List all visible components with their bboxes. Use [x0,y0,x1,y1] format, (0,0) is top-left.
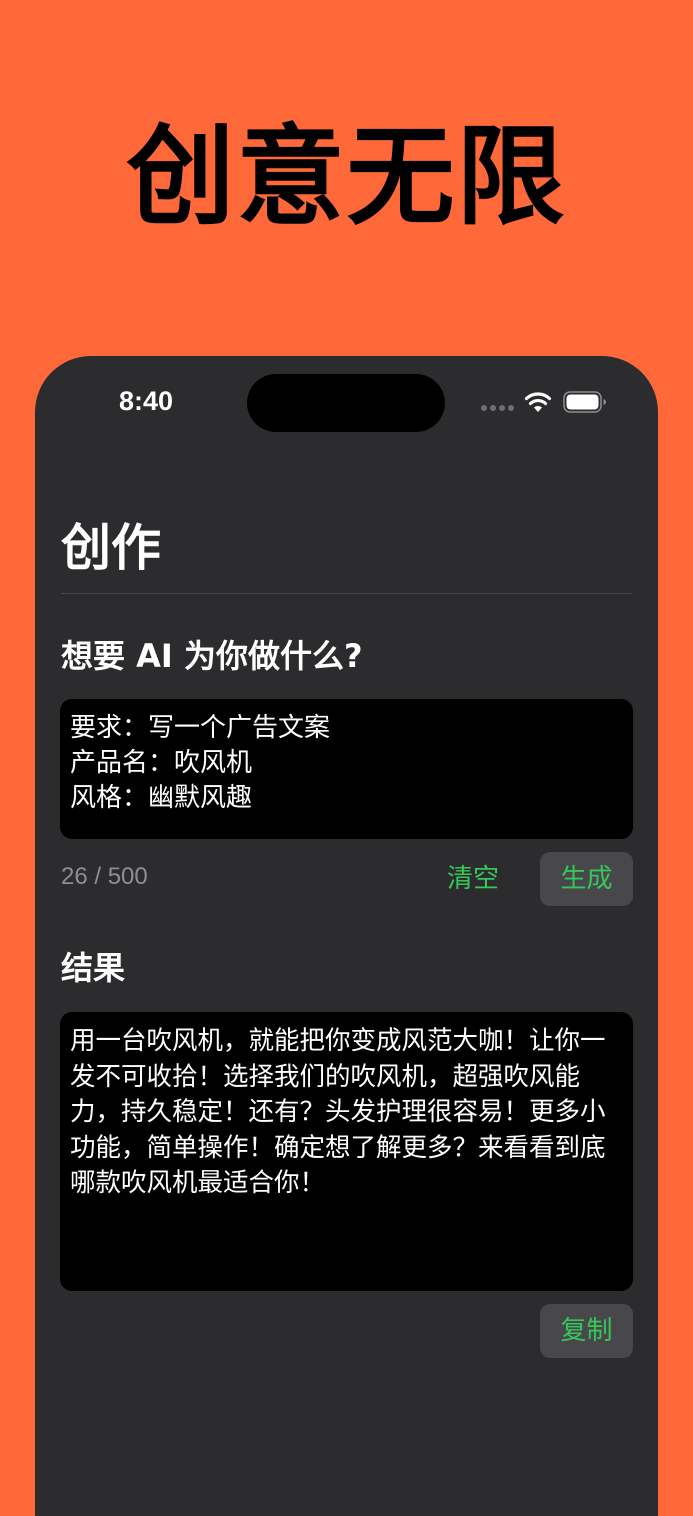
page-title: 创作 [61,519,161,577]
status-time: 8:40 [119,386,174,416]
prompt-input[interactable]: 要求：写一个广告文案 产品名：吹风机 风格：幽默风趣 [60,699,633,839]
result-text[interactable]: 用一台吹风机，就能把你变成风范大咖！让你一发不可收拾！选择我们的吹风机，超强吹风… [60,1012,633,1291]
result-section-label: 结果 [61,949,126,987]
battery-icon [563,391,606,413]
phone-screen: 8:40 创作 想要 AI 为你做什么? 要求：写一个广告文案 产品名：吹风机 … [35,356,658,1516]
prompt-section-label: 想要 AI 为你做什么? [61,637,363,675]
title-divider [61,593,632,594]
signal-dots-icon [481,405,514,411]
generate-button[interactable]: 生成 [540,852,633,906]
hero-title: 创意无限 [126,115,567,240]
char-counter: 26 / 500 [61,863,148,890]
dynamic-island [247,374,445,432]
wifi-icon [524,392,552,412]
clear-button[interactable]: 清空 [433,852,513,906]
copy-button[interactable]: 复制 [540,1304,633,1358]
